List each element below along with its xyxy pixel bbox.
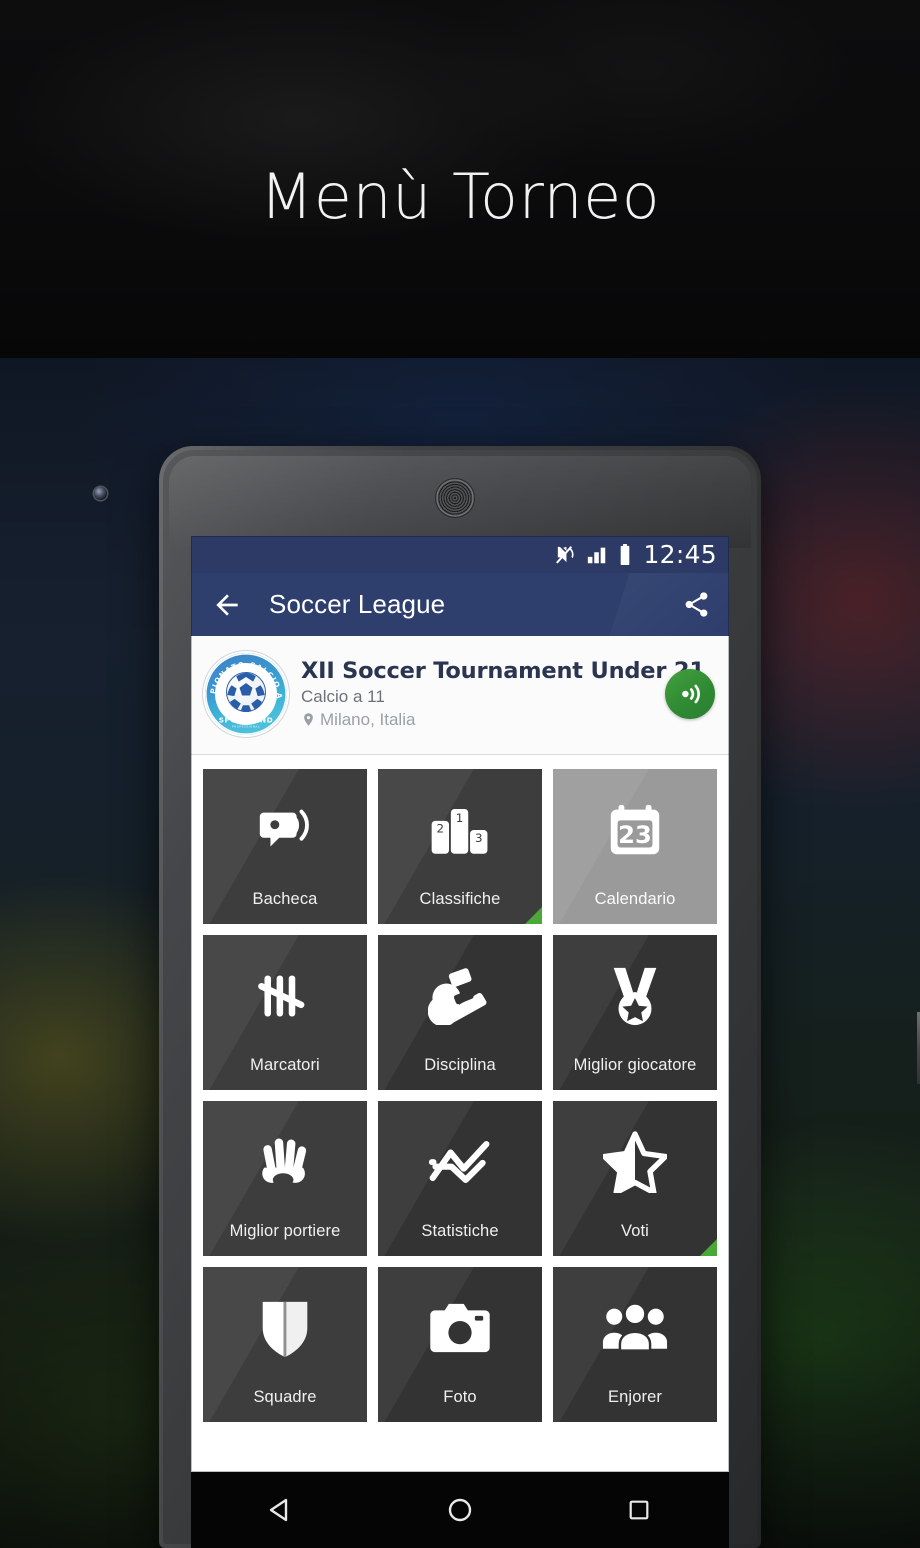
menu-grid: Bacheca 2 1 3 Classifiche 23 Calendario … bbox=[191, 755, 729, 1434]
menu-tile-label: Squadre bbox=[253, 1388, 317, 1406]
menu-tile-foto[interactable]: Foto bbox=[378, 1267, 542, 1422]
tournament-category: Calcio a 11 bbox=[301, 686, 385, 706]
svg-text:PROFESSIONAL: PROFESSIONAL bbox=[232, 725, 260, 729]
menu-tile-squadre[interactable]: Squadre bbox=[203, 1267, 367, 1422]
svg-text:1: 1 bbox=[456, 810, 464, 824]
menu-tile-label: Miglior giocatore bbox=[573, 1056, 697, 1074]
half-star-icon bbox=[553, 1101, 717, 1222]
menu-tile-label: Miglior portiere bbox=[229, 1222, 341, 1240]
svg-text:SPORTLAND: SPORTLAND bbox=[219, 716, 274, 725]
front-camera-icon bbox=[94, 487, 107, 500]
svg-text:23: 23 bbox=[618, 821, 652, 849]
tournament-location: Milano, Italia bbox=[301, 710, 655, 729]
tournament-header-card[interactable]: CAMPIONATO CALCIO A 11 SPORTLAND PROFESS… bbox=[191, 636, 729, 755]
podium-icon: 2 1 3 bbox=[378, 769, 542, 890]
broadcast-icon bbox=[682, 684, 700, 704]
goalkeeper-glove-icon bbox=[203, 1101, 367, 1222]
status-badge bbox=[700, 1239, 717, 1256]
medal-star-icon bbox=[553, 935, 717, 1056]
menu-tile-label: Bacheca bbox=[252, 890, 318, 908]
menu-tile-label: Voti bbox=[621, 1222, 649, 1240]
nav-back-button[interactable] bbox=[226, 1480, 336, 1540]
menu-tile-label: Calendario bbox=[594, 890, 676, 908]
share-icon[interactable] bbox=[682, 590, 711, 619]
menu-tile-marcatori[interactable]: Marcatori bbox=[203, 935, 367, 1090]
line-chart-icon bbox=[378, 1101, 542, 1222]
svg-text:2: 2 bbox=[437, 821, 445, 835]
hero-banner: Menù Torneo bbox=[0, 0, 920, 358]
back-arrow-icon[interactable] bbox=[211, 589, 243, 621]
tournament-logo: CAMPIONATO CALCIO A 11 SPORTLAND PROFESS… bbox=[205, 653, 287, 735]
menu-tile-miglior-giocatore[interactable]: Miglior giocatore bbox=[553, 935, 717, 1090]
back-triangle-icon bbox=[269, 1498, 287, 1522]
menu-tile-label: Disciplina bbox=[424, 1056, 496, 1074]
mute-icon bbox=[556, 546, 575, 564]
recents-square-icon bbox=[629, 1500, 649, 1520]
camera-icon bbox=[378, 1267, 542, 1388]
tournament-name: XII Soccer Tournament Under 21 bbox=[301, 657, 705, 684]
app-bar-title: Soccer League bbox=[269, 589, 446, 619]
menu-tile-calendario[interactable]: 23 Calendario bbox=[553, 769, 717, 924]
tournament-info: XII Soccer Tournament Under 21 Calcio a … bbox=[301, 657, 705, 730]
android-nav-bar bbox=[191, 1472, 729, 1548]
whistle-cards-icon bbox=[378, 935, 542, 1056]
menu-tile-enjorer[interactable]: Enjorer bbox=[553, 1267, 717, 1422]
battery-icon bbox=[621, 543, 630, 566]
menu-tile-label: Marcatori bbox=[250, 1056, 320, 1074]
menu-tile-statistiche[interactable]: Statistiche bbox=[378, 1101, 542, 1256]
phone-screen: 12:45 Soccer League CAMPIONATO bbox=[191, 536, 729, 1472]
menu-tile-label: Foto bbox=[443, 1388, 477, 1406]
menu-tile-voti[interactable]: Voti bbox=[553, 1101, 717, 1256]
tournament-location-text: Milano, Italia bbox=[320, 709, 416, 729]
status-bar: 12:45 bbox=[191, 536, 729, 573]
nav-recents-button[interactable] bbox=[584, 1480, 694, 1540]
earpiece-speaker-icon bbox=[436, 479, 474, 517]
menu-tile-label: Classifiche bbox=[419, 890, 501, 908]
nav-home-button[interactable] bbox=[405, 1480, 515, 1540]
calendar-icon: 23 bbox=[553, 769, 717, 890]
status-bar-time: 12:45 bbox=[643, 540, 717, 569]
menu-tile-miglior-portiere[interactable]: Miglior portiere bbox=[203, 1101, 367, 1256]
menu-tile-classifiche[interactable]: 2 1 3 Classifiche bbox=[378, 769, 542, 924]
page-title: Menù Torneo bbox=[259, 160, 661, 233]
status-badge bbox=[525, 907, 542, 924]
home-circle-icon bbox=[448, 1498, 472, 1522]
menu-tile-disciplina[interactable]: Disciplina bbox=[378, 935, 542, 1090]
shield-icon bbox=[203, 1267, 367, 1388]
menu-tile-bacheca[interactable]: Bacheca bbox=[203, 769, 367, 924]
tally-marks-icon bbox=[203, 935, 367, 1056]
menu-tile-label: Statistiche bbox=[421, 1222, 499, 1240]
app-bar: Soccer League bbox=[191, 573, 729, 636]
people-group-icon bbox=[553, 1267, 717, 1388]
logo-art: CAMPIONATO CALCIO A 11 SPORTLAND PROFESS… bbox=[205, 653, 287, 735]
announcement-icon bbox=[203, 769, 367, 890]
map-pin-icon bbox=[304, 713, 313, 727]
svg-text:3: 3 bbox=[475, 830, 483, 844]
menu-tile-label: Enjorer bbox=[608, 1388, 662, 1406]
broadcast-button[interactable] bbox=[665, 669, 715, 719]
signal-icon bbox=[588, 547, 606, 563]
